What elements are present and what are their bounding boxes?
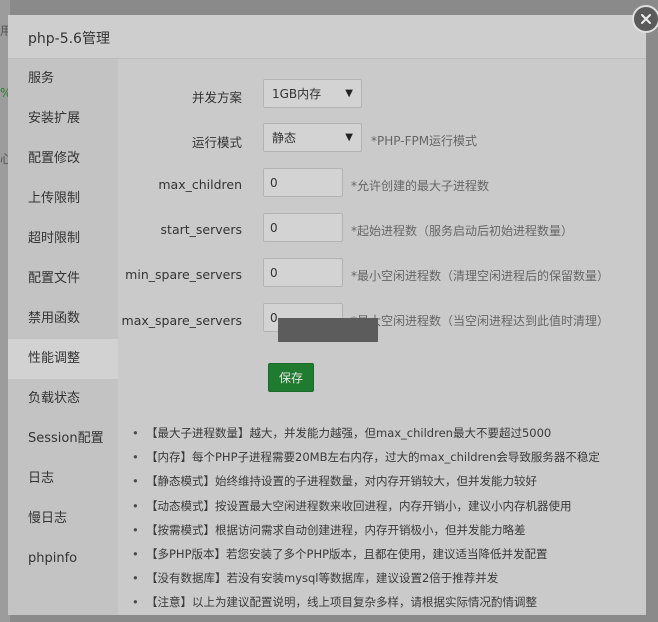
bullet-icon: • bbox=[132, 474, 139, 489]
concurrency-value: 1GB内存 bbox=[272, 87, 322, 101]
sidebar-item-slow-log[interactable]: 慢日志 bbox=[8, 499, 118, 539]
start-servers-hint: *起始进程数（服务启动后初始进程数量） bbox=[351, 224, 574, 238]
tip-item: • 【内存】每个PHP子进程需要20MB左右内存，过大的max_children会… bbox=[132, 445, 642, 469]
sidebar-item-disabled-functions[interactable]: 禁用函数 bbox=[8, 299, 118, 339]
sidebar-item-upload-limit[interactable]: 上传限制 bbox=[8, 179, 118, 219]
bullet-icon: • bbox=[132, 546, 139, 561]
max-children-label: max_children bbox=[158, 177, 242, 192]
tip-item: • 【按需模式】根据访问需求自动创建进程，内存开销极小，但并发能力略差 bbox=[132, 518, 642, 542]
bullet-icon: • bbox=[132, 426, 139, 440]
run-mode-select[interactable]: 静态 ▼ bbox=[263, 123, 362, 152]
bullet-icon: • bbox=[132, 498, 139, 513]
run-mode-label: 运行模式 bbox=[191, 135, 242, 150]
min-spare-servers-hint: *最小空闲进程数（清理空闲进程后的保留数量） bbox=[351, 269, 610, 283]
concurrency-select[interactable]: 1GB内存 ▼ bbox=[263, 79, 362, 108]
dialog-title-bar: php-5.6管理 bbox=[8, 15, 646, 59]
max-spare-servers-hint: *最大空闲进程数（当空闲进程达到此值时清理） bbox=[351, 314, 610, 328]
tip-item: • 【多PHP版本】若您安装了多个PHP版本，且都在使用，建议适当降低并发配置 bbox=[132, 542, 642, 566]
run-mode-value: 静态 bbox=[272, 131, 297, 145]
tip-item: • 【动态模式】按设置最大空闲进程数来收回进程，内存开销小，建议小内存机器使用 bbox=[132, 494, 642, 518]
sidebar: 服务 安装扩展 配置修改 上传限制 超时限制 配置文件 禁用函数 性能调整 负载… bbox=[8, 59, 118, 615]
php-manager-dialog: php-5.6管理 服务 安装扩展 配置修改 上传限制 超时限制 配置文件 禁用… bbox=[8, 5, 658, 615]
dropdown-arrow-icon: ▼ bbox=[345, 88, 353, 99]
min-spare-servers-label: min_spare_servers bbox=[125, 267, 242, 282]
sidebar-item-session-config[interactable]: Session配置 bbox=[8, 419, 118, 459]
close-button[interactable] bbox=[632, 5, 658, 33]
start-servers-label: start_servers bbox=[160, 222, 242, 237]
bullet-icon: • bbox=[132, 571, 139, 586]
max-children-hint: *允许创建的最大子进程数 bbox=[351, 179, 490, 193]
concurrency-label: 并发方案 bbox=[191, 90, 242, 105]
performance-tuning-panel: 并发方案 1GB内存 ▼ 运行模式 静态 ▼ *PHP-FPM运行模式 max_… bbox=[118, 59, 646, 615]
min-spare-servers-input[interactable] bbox=[263, 258, 343, 287]
sidebar-item-log[interactable]: 日志 bbox=[8, 459, 118, 499]
sidebar-item-timeout-limit[interactable]: 超时限制 bbox=[8, 219, 118, 259]
bullet-icon: • bbox=[132, 595, 139, 610]
tip-item: • 【静态模式】始终维持设置的子进程数量，对内存开销较大，但并发能力较好 bbox=[132, 469, 642, 493]
sidebar-item-phpinfo[interactable]: phpinfo bbox=[8, 539, 118, 579]
bullet-icon: • bbox=[132, 450, 139, 465]
sidebar-item-config-modify[interactable]: 配置修改 bbox=[8, 139, 118, 179]
sidebar-item-service[interactable]: 服务 bbox=[8, 59, 118, 99]
max-spare-servers-label: max_spare_servers bbox=[121, 313, 242, 328]
save-button[interactable]: 保存 bbox=[268, 363, 314, 392]
dialog-title: php-5.6管理 bbox=[28, 31, 110, 47]
close-icon bbox=[641, 14, 651, 24]
tip-item: • 【没有数据库】若没有安装mysql等数据库，建议设置2倍于推荐并发 bbox=[132, 566, 642, 590]
sidebar-item-install-extensions[interactable]: 安装扩展 bbox=[8, 99, 118, 139]
tip-item: • 【注意】以上为建议配置说明，线上项目复杂多样，请根据实际情况酌情调整 bbox=[132, 590, 642, 614]
run-mode-hint: *PHP-FPM运行模式 bbox=[371, 134, 478, 148]
sidebar-item-performance-tuning[interactable]: 性能调整 bbox=[8, 339, 118, 379]
redaction-block bbox=[278, 318, 378, 342]
bullet-icon: • bbox=[132, 522, 139, 537]
start-servers-input[interactable] bbox=[263, 213, 343, 242]
sidebar-item-load-status[interactable]: 负载状态 bbox=[8, 379, 118, 419]
dropdown-arrow-icon: ▼ bbox=[345, 132, 353, 143]
tip-item: • 【最大子进程数量】越大，并发能力越强，但max_children最大不要超过5… bbox=[132, 421, 642, 445]
tips-list: • 【最大子进程数量】越大，并发能力越强，但max_children最大不要超过5… bbox=[132, 421, 642, 615]
max-children-input[interactable] bbox=[263, 168, 343, 197]
sidebar-item-config-file[interactable]: 配置文件 bbox=[8, 259, 118, 299]
